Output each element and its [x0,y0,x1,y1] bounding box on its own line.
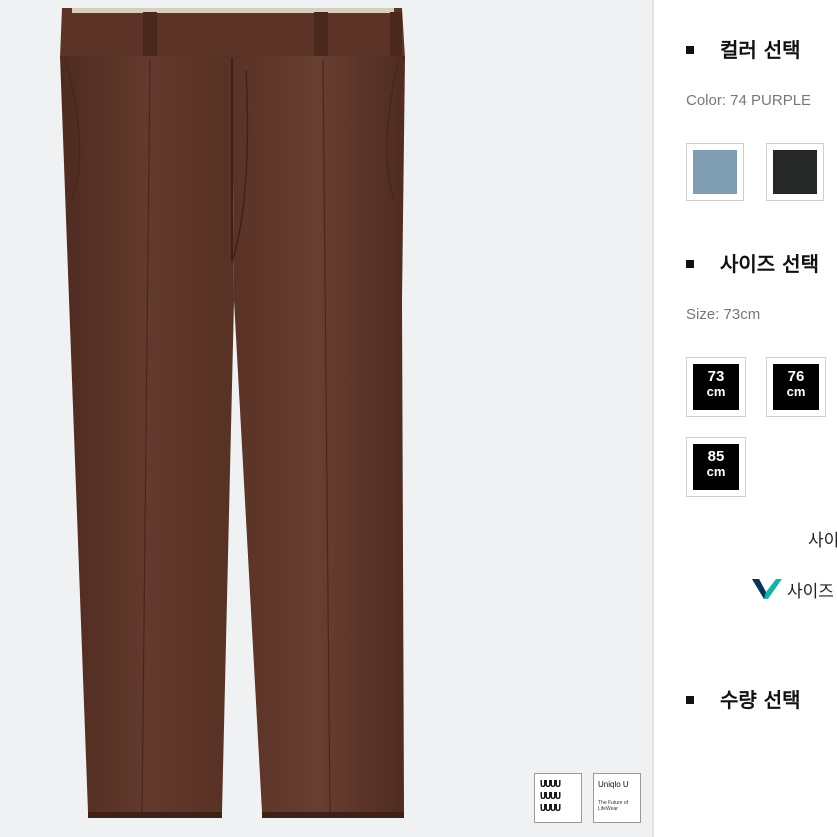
product-image-panel: UUUU UUUU UUUU Uniqlo U The Future of Li… [0,0,652,837]
bullet-icon [686,259,694,268]
size-option-85[interactable]: 85 cm [686,437,746,497]
bullet-icon [686,695,694,704]
color-section-title: 컬러 선택 [686,34,801,63]
swatch-fill [773,150,817,194]
quantity-section-title: 수량 선택 [686,684,801,713]
swatch-fill [693,150,737,194]
size-guide-text: 사이 [808,531,837,551]
selected-size-label: Size: 73cm [686,306,761,323]
size-guide-link[interactable]: 사이즈 [787,577,834,602]
color-swatch-light-blue[interactable] [686,143,744,201]
panel-divider [652,0,654,837]
checkmark-v-icon [752,579,782,599]
bullet-icon [686,45,694,54]
size-option-73[interactable]: 73 cm [686,357,746,417]
size-section-title: 사이즈 선택 [686,248,819,277]
product-image [60,8,405,818]
uniqlo-u-logo: Uniqlo U The Future of LifeWear [593,773,641,823]
color-swatch-black[interactable] [766,143,824,201]
size-option-76[interactable]: 76 cm [766,357,826,417]
uuuu-logo: UUUU UUUU UUUU [534,773,582,823]
selected-color-label: Color: 74 PURPLE [686,92,812,109]
